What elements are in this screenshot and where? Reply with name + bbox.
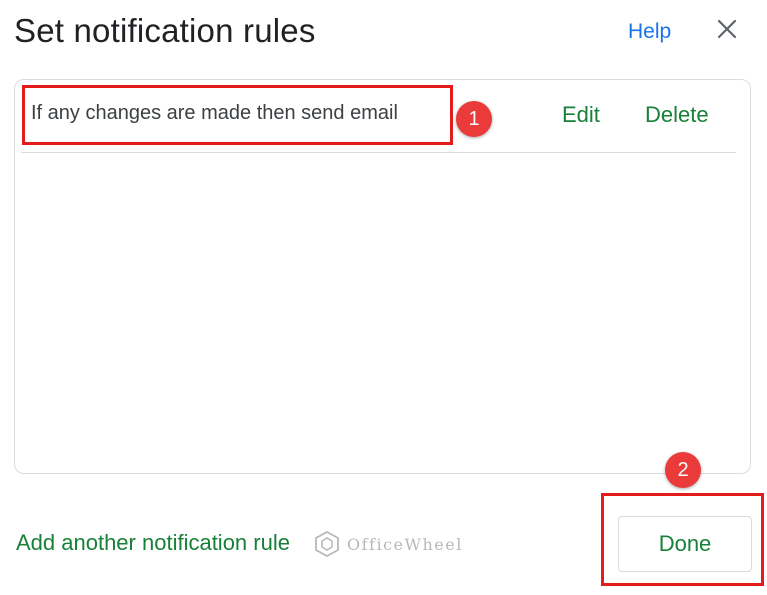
help-link[interactable]: Help <box>628 20 671 44</box>
rule-description: If any changes are made then send email <box>31 102 398 124</box>
edit-rule-button[interactable]: Edit <box>562 102 600 128</box>
delete-rule-button[interactable]: Delete <box>645 102 709 128</box>
close-button[interactable] <box>712 14 742 44</box>
rules-list-panel: If any changes are made then send email … <box>14 79 751 474</box>
done-button[interactable]: Done <box>618 516 752 572</box>
close-icon <box>717 19 737 39</box>
add-notification-rule-link[interactable]: Add another notification rule <box>16 530 290 556</box>
watermark-text: OfficeWheel <box>347 534 463 554</box>
rule-row: If any changes are made then send email … <box>15 80 750 152</box>
watermark: OfficeWheel <box>313 530 463 558</box>
notification-rules-dialog: Set notification rules Help If any chang… <box>0 0 767 595</box>
officewheel-logo-icon <box>315 530 339 558</box>
dialog-title: Set notification rules <box>14 12 316 49</box>
rule-divider <box>21 152 736 153</box>
